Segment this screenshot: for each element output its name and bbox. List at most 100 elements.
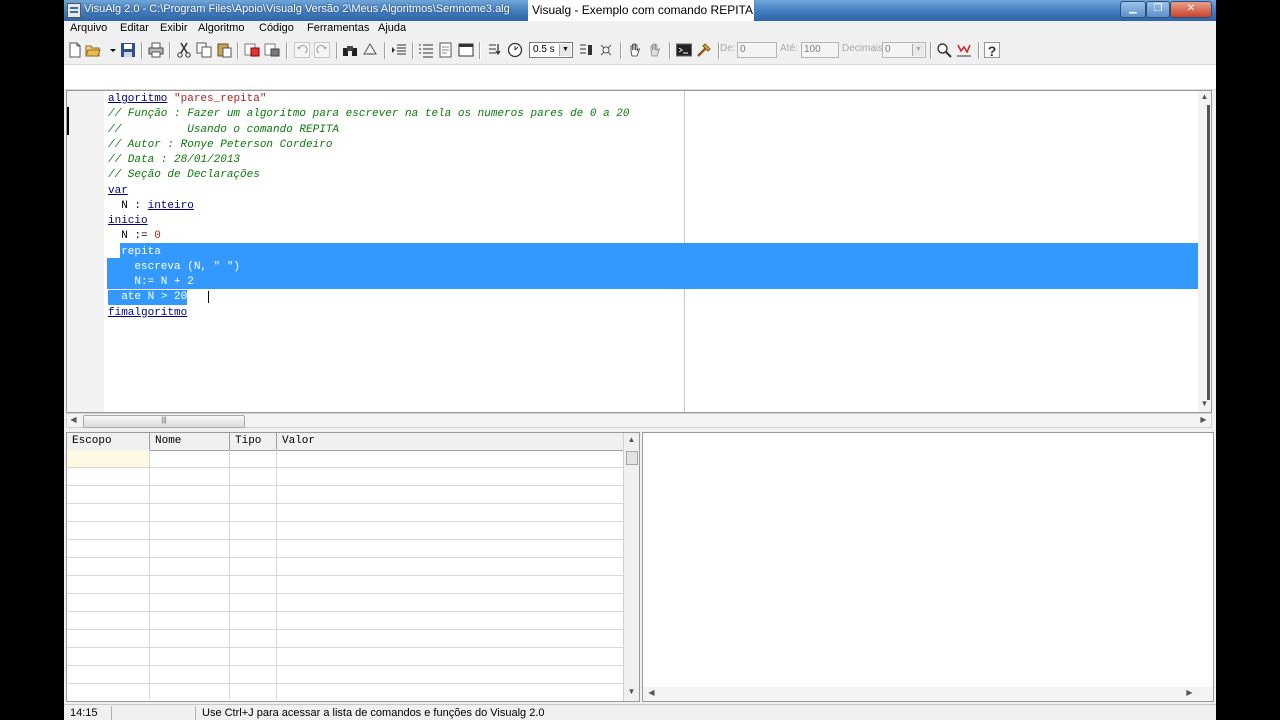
toolbar-separator	[237, 42, 239, 59]
title-bar[interactable]: VisuAlg 2.0 - C:\Program Files\Apoio\Vis…	[64, 0, 1216, 21]
run-icon[interactable]	[244, 42, 260, 58]
scroll-down-icon[interactable]: ▼	[625, 687, 638, 696]
table-row[interactable]	[67, 540, 623, 558]
menu-exibir[interactable]: Exibir	[160, 22, 188, 34]
string-literal: "pares_repita"	[174, 93, 267, 105]
menu-ferramentas[interactable]: Ferramentas	[307, 22, 369, 34]
replace-icon[interactable]	[362, 42, 378, 58]
stop-hand-icon[interactable]	[647, 42, 663, 58]
table-row[interactable]	[67, 450, 623, 468]
grid-vertical-scrollbar[interactable]: ▲ ▼	[623, 433, 639, 701]
decimais-field[interactable]: 0 ▼	[882, 42, 926, 58]
app-icon[interactable]	[67, 3, 81, 18]
table-row[interactable]	[67, 630, 623, 648]
scroll-down-icon[interactable]: ▼	[1198, 399, 1211, 408]
restore-button[interactable]: ❐	[1146, 1, 1170, 18]
de-field[interactable]: 0	[737, 42, 777, 58]
watch-icon[interactable]	[598, 42, 614, 58]
ate-label: Até:	[780, 43, 798, 54]
table-row[interactable]	[67, 558, 623, 576]
new-file-icon[interactable]	[67, 42, 83, 58]
toolbar-separator	[286, 42, 288, 59]
paste-icon[interactable]	[216, 42, 232, 58]
indent-icon[interactable]	[391, 42, 407, 58]
code-text: N :	[108, 199, 148, 212]
timer-icon[interactable]	[507, 42, 523, 58]
chevron-down-icon[interactable]: ▼	[559, 44, 571, 56]
table-row[interactable]	[67, 612, 623, 630]
table-row[interactable]	[67, 684, 623, 701]
code-editor[interactable]: algoritmo "pares_repita" // Função : Faz…	[66, 90, 1212, 413]
grid-header: Escopo Nome Tipo Valor	[67, 433, 623, 451]
menu-editar[interactable]: Editar	[120, 22, 149, 34]
scroll-left-icon[interactable]: ◀	[67, 415, 80, 424]
hand-icon[interactable]	[627, 42, 643, 58]
table-row[interactable]	[67, 648, 623, 666]
editor-scroll-thumb[interactable]	[1207, 105, 1210, 400]
zoom-icon[interactable]	[936, 42, 952, 58]
undo-icon[interactable]	[294, 42, 310, 58]
ate-field[interactable]: 100	[801, 42, 839, 58]
table-row[interactable]	[67, 594, 623, 612]
toolbar-separator	[141, 42, 143, 59]
close-button[interactable]: ✕	[1170, 1, 1212, 18]
step-over-icon[interactable]	[578, 42, 594, 58]
scroll-up-icon[interactable]: ▲	[625, 435, 638, 444]
de-label: De:	[720, 43, 736, 54]
editor-horizontal-scrollbar[interactable]: ◀ ||| ▶	[66, 413, 1212, 428]
output-horizontal-scrollbar[interactable]: ◀ ▶	[643, 687, 1213, 701]
status-hint: Use Ctrl+J para acessar a lista de coman…	[202, 707, 545, 719]
tools-icon[interactable]	[696, 42, 712, 58]
column-nome[interactable]: Nome	[150, 433, 230, 450]
redo-icon[interactable]	[314, 42, 330, 58]
minimize-button[interactable]: ▁	[1120, 1, 1146, 18]
text-caret	[208, 291, 209, 303]
code-line: // Autor : Ronye Peterson Cordeiro	[108, 138, 333, 151]
print-icon[interactable]	[148, 42, 164, 58]
keyword: inteiro	[147, 199, 194, 212]
document-icon[interactable]	[438, 42, 454, 58]
toolbar-separator	[930, 42, 932, 59]
scroll-up-icon[interactable]: ▲	[1198, 92, 1211, 101]
open-folder-icon[interactable]	[85, 42, 101, 58]
toolbar-separator	[384, 42, 386, 59]
chart-icon[interactable]	[956, 42, 972, 58]
help-icon[interactable]: ?	[984, 42, 1000, 59]
scroll-right-icon[interactable]: ▶	[1183, 688, 1196, 697]
step-into-icon[interactable]	[487, 42, 503, 58]
menu-arquivo[interactable]: Arquivo	[70, 22, 107, 34]
chevron-down-icon[interactable]: ▼	[912, 44, 924, 56]
speed-select[interactable]: 0.5 s ▼	[529, 42, 573, 58]
table-row[interactable]	[67, 522, 623, 540]
open-dropdown-icon[interactable]	[105, 42, 116, 58]
code-line: // Data : 28/01/2013	[108, 154, 241, 166]
table-row[interactable]	[67, 468, 623, 486]
code-text[interactable]: algoritmo "pares_repita" // Função : Faz…	[108, 92, 630, 321]
window-icon[interactable]	[458, 42, 474, 58]
cut-icon[interactable]	[176, 42, 192, 58]
output-pane[interactable]: ◀ ▶	[642, 432, 1214, 702]
scroll-right-icon[interactable]: ▶	[1197, 415, 1210, 424]
variables-grid[interactable]: Escopo Nome Tipo Valor ▲ ▼	[66, 432, 640, 702]
column-escopo[interactable]: Escopo	[67, 433, 150, 450]
table-row[interactable]	[67, 504, 623, 522]
find-icon[interactable]	[342, 42, 358, 58]
scroll-left-icon[interactable]: ◀	[645, 688, 658, 697]
list-icon[interactable]	[418, 42, 434, 58]
table-row[interactable]	[67, 576, 623, 594]
code-line: // Seção de Declarações	[108, 169, 260, 182]
terminal-icon[interactable]	[676, 42, 692, 58]
column-tipo[interactable]: Tipo	[230, 433, 277, 450]
code-line-selected: N:= N + 2	[108, 276, 194, 288]
save-icon[interactable]	[120, 42, 136, 58]
menu-algoritmo[interactable]: Algoritmo	[198, 22, 244, 34]
copy-icon[interactable]	[196, 42, 212, 58]
table-row[interactable]	[67, 486, 623, 504]
step-run-icon[interactable]	[264, 42, 280, 58]
menu-ajuda[interactable]: Ajuda	[378, 22, 406, 34]
column-valor[interactable]: Valor	[277, 433, 623, 450]
menu-codigo[interactable]: Código	[259, 22, 294, 34]
horizontal-scroll-thumb[interactable]: |||	[83, 415, 245, 428]
table-row[interactable]	[67, 666, 623, 684]
grid-scroll-thumb[interactable]	[626, 451, 638, 465]
